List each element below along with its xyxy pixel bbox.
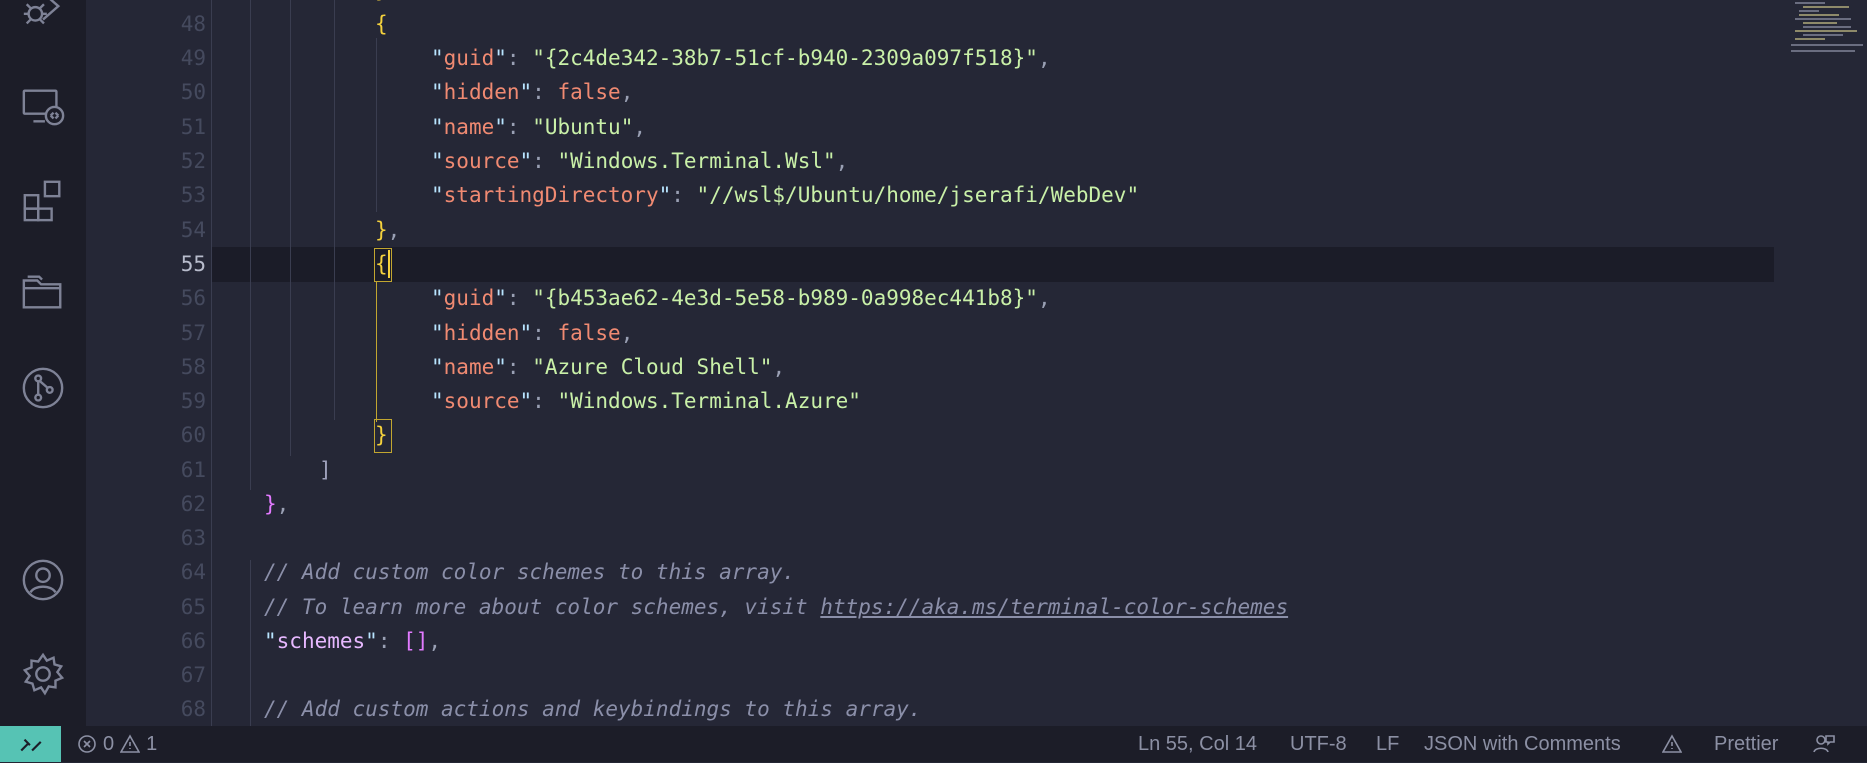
remote-icon [19,738,42,752]
line-number: 64 [180,560,206,584]
line-number: 62 [180,492,206,516]
cursor-position[interactable]: Ln 55, Col 14 [1138,726,1257,762]
color-schemes-link[interactable]: https://aka.ms/terminal-color-schemes [820,595,1288,619]
code-line: "name": "Azure Cloud Shell", [431,355,786,379]
line-number: 68 [180,697,206,721]
current-line-highlight [211,247,1774,282]
folder-icon[interactable] [19,268,67,316]
line-number: 58 [180,355,206,379]
json-string-value: Windows.Terminal.Wsl [570,149,823,173]
remote-indicator-button[interactable] [0,726,61,762]
comment-line: // Add custom actions and keybindings to… [264,697,922,721]
indent-guide [250,560,251,726]
comment-line: // Add custom color schemes to this arra… [264,560,796,584]
indent-guide [250,0,251,490]
code-line: }, [375,218,401,242]
line-number: 61 [180,458,206,482]
line-number: 57 [180,321,206,345]
code-line: { [375,252,388,276]
line-number: 48 [180,12,206,36]
json-string-value: {b453ae62-4e3d-5e58-b989-0a998ec441b8} [544,286,1026,310]
code-line: "startingDirectory": "//wsl$/Ubuntu/home… [431,183,1140,207]
language-mode-selector[interactable]: JSON with Comments [1424,726,1621,762]
feedback-icon[interactable] [1812,726,1836,762]
source-control-icon[interactable] [19,364,67,412]
json-key: schemes [276,629,366,653]
json-key: source [443,389,520,413]
code-line: }, [264,492,290,516]
code-line: { [375,12,388,36]
eol-selector[interactable]: LF [1376,726,1399,762]
line-number: 63 [180,526,206,550]
run-debug-icon[interactable] [19,0,67,34]
code-editor[interactable]: 48 49 50 51 52 53 54 55 56 57 58 59 60 6… [86,0,1867,726]
json-boolean-value: false [557,80,621,104]
comment-text: // To learn more about color schemes, vi… [264,595,821,619]
json-string-value: {2c4de342-38b7-51cf-b940-2309a097f518} [544,46,1026,70]
remote-explorer-icon[interactable] [19,82,67,130]
json-string-value: //wsl$/Ubuntu/home/jserafi/WebDev [709,183,1127,207]
code-line: "hidden": false, [431,321,634,345]
line-number: 50 [180,80,206,104]
line-number: 59 [180,389,206,413]
line-number: 66 [180,629,206,653]
indent-guide [376,38,377,212]
warning-icon [120,734,141,753]
prettier-formatter-status[interactable]: Prettier [1714,726,1778,762]
notification-warning-icon[interactable] [1662,726,1682,762]
indent-guide [334,0,335,420]
json-key: hidden [443,80,520,104]
error-count: 0 [103,733,115,755]
settings-gear-icon[interactable] [19,650,67,698]
json-string-value: Ubuntu [544,115,621,139]
indent-guide [290,0,291,456]
line-number-gutter: 48 49 50 51 52 53 54 55 56 57 58 59 60 6… [86,0,206,726]
json-key: name [443,355,495,379]
line-number: 51 [180,115,206,139]
error-icon [78,735,96,753]
active-indent-guide [376,282,377,422]
encoding-selector[interactable]: UTF-8 [1290,726,1347,762]
line-number: 56 [180,286,206,310]
json-string-value: Windows.Terminal.Azure [570,389,849,413]
json-key: guid [443,46,495,70]
text-cursor [388,250,390,278]
json-key: guid [443,286,495,310]
extensions-icon[interactable] [19,176,67,224]
code-line: "guid": "{b453ae62-4e3d-5e58-b989-0a998e… [431,286,1051,310]
indent-guide [211,0,212,726]
line-number: 67 [180,663,206,687]
json-key: name [443,115,495,139]
code-line: "source": "Windows.Terminal.Wsl", [431,149,849,173]
json-key: source [443,149,520,173]
line-number-active: 55 [180,252,206,276]
account-icon[interactable] [19,556,67,604]
code-line: } [375,423,388,447]
problems-indicator[interactable]: 0 1 [77,726,157,762]
line-number: 60 [180,423,206,447]
line-number: 52 [180,149,206,173]
comment-line: // To learn more about color schemes, vi… [264,590,1288,624]
json-string-value: Azure Cloud Shell [544,355,760,379]
json-key: hidden [443,321,520,345]
code-line: "guid": "{2c4de342-38b7-51cf-b940-2309a0… [431,46,1051,70]
code-line: "source": "Windows.Terminal.Azure" [431,389,861,413]
status-bar: 0 1 Ln 55, Col 14 UTF-8 LF JSON with Com… [0,726,1867,762]
line-number: 49 [180,46,206,70]
activity-bar [0,0,86,726]
json-key: startingDirectory [443,183,659,207]
code-line: "hidden": false, [431,80,634,104]
code-line: ] [319,458,332,482]
code-line: "name": "Ubuntu", [431,115,647,139]
json-boolean-value: false [557,321,621,345]
warning-count: 1 [146,733,158,755]
code-line: }, [375,0,400,7]
line-number: 65 [180,595,206,619]
minimap[interactable] [1787,0,1867,60]
code-line: "schemes": [], [264,629,442,653]
line-number: 54 [180,218,206,242]
line-number: 53 [180,183,206,207]
